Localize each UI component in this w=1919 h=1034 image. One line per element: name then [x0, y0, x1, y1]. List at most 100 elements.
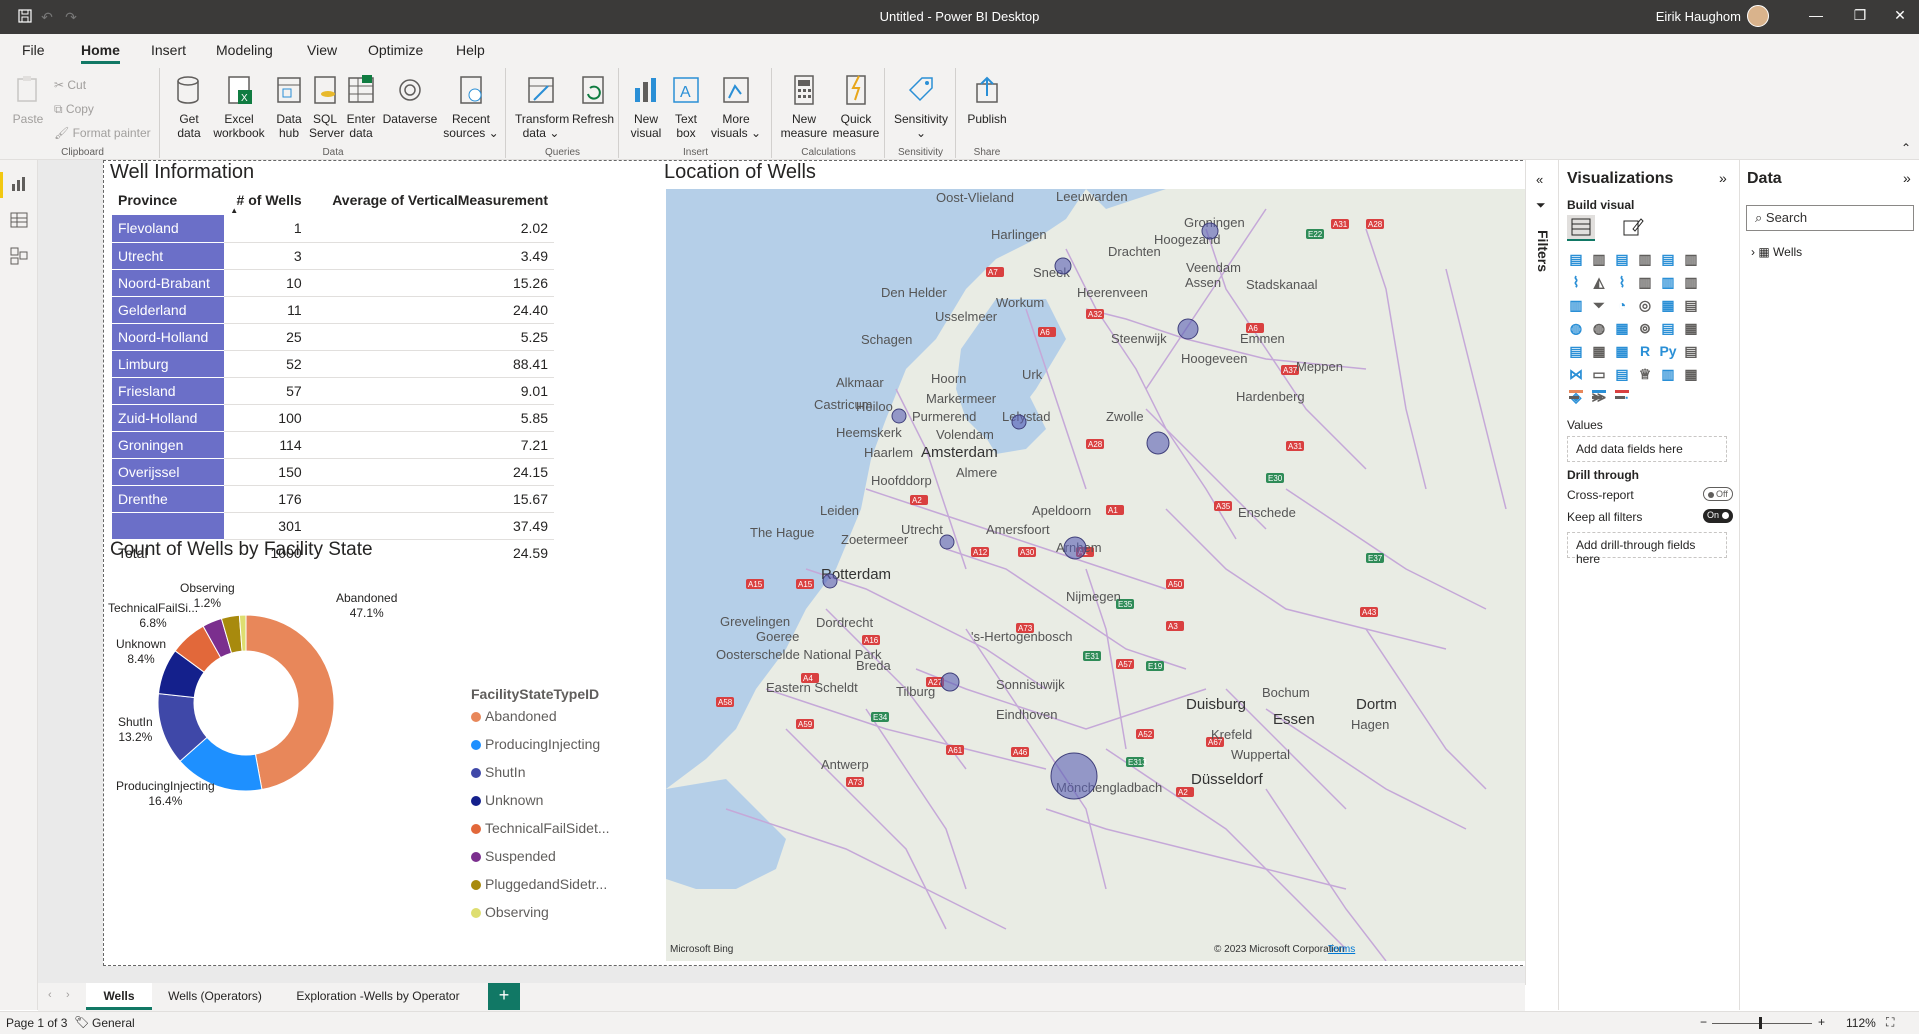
legend-item[interactable]: Suspended: [471, 848, 610, 876]
report-view-icon[interactable]: [9, 174, 29, 194]
well-information-table[interactable]: Province # of Wells ▲ Average of Vertical…: [112, 183, 554, 566]
menu-file[interactable]: File: [22, 42, 45, 58]
copy-button[interactable]: ⧉ Copy: [54, 102, 94, 117]
collapse-ribbon-icon[interactable]: ⌃: [1901, 141, 1911, 155]
transform-data-button[interactable]: Transform data ⌄: [515, 74, 569, 140]
terms-link[interactable]: Terms: [1328, 944, 1355, 955]
minimize-icon[interactable]: —: [1801, 7, 1831, 23]
viz-type-icon[interactable]: ◔: [1613, 296, 1631, 314]
well-bubble[interactable]: [940, 672, 960, 692]
values-well[interactable]: Add data fields here: [1567, 436, 1727, 462]
legend-item[interactable]: Observing: [471, 904, 610, 932]
tab-next-icon[interactable]: ›: [66, 989, 70, 1001]
legend-item[interactable]: Abandoned: [471, 708, 610, 736]
filters-pane[interactable]: « ⏷ Filters: [1525, 160, 1558, 985]
well-bubble[interactable]: [1050, 752, 1098, 800]
format-painter-button[interactable]: 🖌 Format painter: [54, 126, 151, 140]
user-name[interactable]: Eirik Haughom: [1656, 9, 1741, 24]
menu-home[interactable]: Home: [81, 42, 120, 64]
well-bubble[interactable]: [891, 408, 907, 424]
menu-modeling[interactable]: Modeling: [216, 42, 273, 58]
table-row[interactable]: Noord-Holland 25 5.25: [112, 323, 554, 351]
format-visual-tab[interactable]: [1619, 215, 1647, 241]
viz-type-icon[interactable]: ▦: [1590, 342, 1608, 360]
viz-type-icon[interactable]: ⋈: [1567, 365, 1585, 383]
sensitivity-label[interactable]: General: [92, 1016, 135, 1030]
viz-type-icon[interactable]: ▥: [1682, 273, 1700, 291]
viz-type-icon[interactable]: ▥: [1567, 296, 1585, 314]
menu-insert[interactable]: Insert: [151, 42, 186, 58]
table-row[interactable]: Gelderland 11 24.40: [112, 296, 554, 324]
viz-type-icon[interactable]: R: [1636, 342, 1654, 360]
table-row[interactable]: Zuid-Holland 100 5.85: [112, 404, 554, 432]
close-icon[interactable]: ✕: [1885, 7, 1915, 24]
more-visuals-button[interactable]: More visuals ⌄: [706, 74, 766, 140]
table-row[interactable]: Friesland 57 9.01: [112, 377, 554, 405]
viz-type-icon[interactable]: ▤: [1567, 250, 1585, 268]
tab-prev-icon[interactable]: ‹: [48, 989, 52, 1001]
well-bubble[interactable]: [1177, 318, 1199, 340]
viz-type-icon[interactable]: ▤: [1682, 296, 1700, 314]
viz-type-icon[interactable]: ⊚: [1636, 319, 1654, 337]
keep-all-filters-toggle[interactable]: On: [1703, 509, 1733, 523]
custom-visual-icon[interactable]: [1590, 386, 1608, 404]
zoom-in-icon[interactable]: +: [1818, 1015, 1825, 1029]
table-row[interactable]: Groningen 114 7.21: [112, 431, 554, 459]
viz-type-icon[interactable]: Py: [1659, 342, 1677, 360]
new-measure-button[interactable]: New measure: [779, 74, 829, 140]
viz-type-icon[interactable]: ◍: [1590, 319, 1608, 337]
viz-type-icon[interactable]: ▥: [1659, 365, 1677, 383]
viz-type-icon[interactable]: ◭: [1590, 273, 1608, 291]
expand-filters-icon[interactable]: «: [1536, 172, 1543, 187]
well-bubble[interactable]: [1063, 536, 1087, 560]
menu-help[interactable]: Help: [456, 42, 485, 58]
build-visual-tab[interactable]: [1567, 215, 1595, 241]
custom-visual-icon[interactable]: [1567, 386, 1585, 404]
legend-item[interactable]: ProducingInjecting: [471, 736, 610, 764]
paste-button[interactable]: Paste: [10, 74, 46, 126]
sensitivity-button[interactable]: Sensitivity ⌄: [892, 74, 950, 140]
well-bubble[interactable]: [1011, 414, 1027, 430]
tab-wells[interactable]: Wells: [86, 983, 152, 1010]
table-row[interactable]: Drenthe 176 15.67: [112, 485, 554, 513]
publish-button[interactable]: Publish: [963, 74, 1011, 126]
legend-item[interactable]: ShutIn: [471, 764, 610, 792]
dataverse-button[interactable]: Dataverse: [381, 74, 439, 126]
legend-item[interactable]: TechnicalFailSidet...: [471, 820, 610, 848]
zoom-out-icon[interactable]: −: [1700, 1015, 1707, 1029]
table-row[interactable]: 301 37.49: [112, 512, 554, 540]
zoom-slider-thumb[interactable]: [1759, 1017, 1762, 1029]
tab-wells-operators[interactable]: Wells (Operators): [156, 983, 274, 1010]
fit-to-page-icon[interactable]: ⛶: [1886, 1015, 1894, 1030]
viz-type-icon[interactable]: ▥: [1636, 250, 1654, 268]
wells-table-node[interactable]: › ▦ Wells: [1751, 245, 1802, 259]
viz-type-icon[interactable]: ▥: [1590, 250, 1608, 268]
text-box-button[interactable]: A Text box: [668, 74, 704, 140]
well-bubble[interactable]: [822, 573, 838, 589]
viz-type-icon[interactable]: ▦: [1613, 342, 1631, 360]
viz-type-icon[interactable]: ◍: [1567, 319, 1585, 337]
filters-label[interactable]: Filters: [1535, 230, 1551, 272]
table-row[interactable]: Noord-Brabant 10 15.26: [112, 269, 554, 297]
enter-data-button[interactable]: Enter data: [343, 74, 379, 140]
tab-exploration[interactable]: Exploration -Wells by Operator: [278, 983, 478, 1010]
viz-type-icon[interactable]: ⌇: [1567, 273, 1585, 291]
viz-type-icon[interactable]: ♕: [1636, 365, 1654, 383]
custom-visual-icon[interactable]: [1613, 386, 1631, 404]
viz-type-icon[interactable]: ▥: [1636, 273, 1654, 291]
viz-type-icon[interactable]: ▤: [1613, 365, 1631, 383]
refresh-button[interactable]: Refresh: [571, 74, 615, 126]
new-visual-button[interactable]: New visual: [626, 74, 666, 140]
collapse-viz-icon[interactable]: »: [1719, 170, 1727, 186]
avatar[interactable]: [1747, 5, 1769, 27]
table-row[interactable]: Limburg 52 88.41: [112, 350, 554, 378]
cut-button[interactable]: ✂ Cut: [54, 78, 86, 92]
well-bubble[interactable]: [1201, 222, 1219, 240]
viz-type-icon[interactable]: ▥: [1682, 250, 1700, 268]
restore-icon[interactable]: ❐: [1845, 7, 1875, 24]
table-row[interactable]: Utrecht 3 3.49: [112, 242, 554, 270]
viz-type-icon[interactable]: ◎: [1636, 296, 1654, 314]
viz-type-icon[interactable]: ▤: [1613, 250, 1631, 268]
menu-optimize[interactable]: Optimize: [368, 42, 423, 58]
viz-type-icon[interactable]: ▤: [1682, 342, 1700, 360]
